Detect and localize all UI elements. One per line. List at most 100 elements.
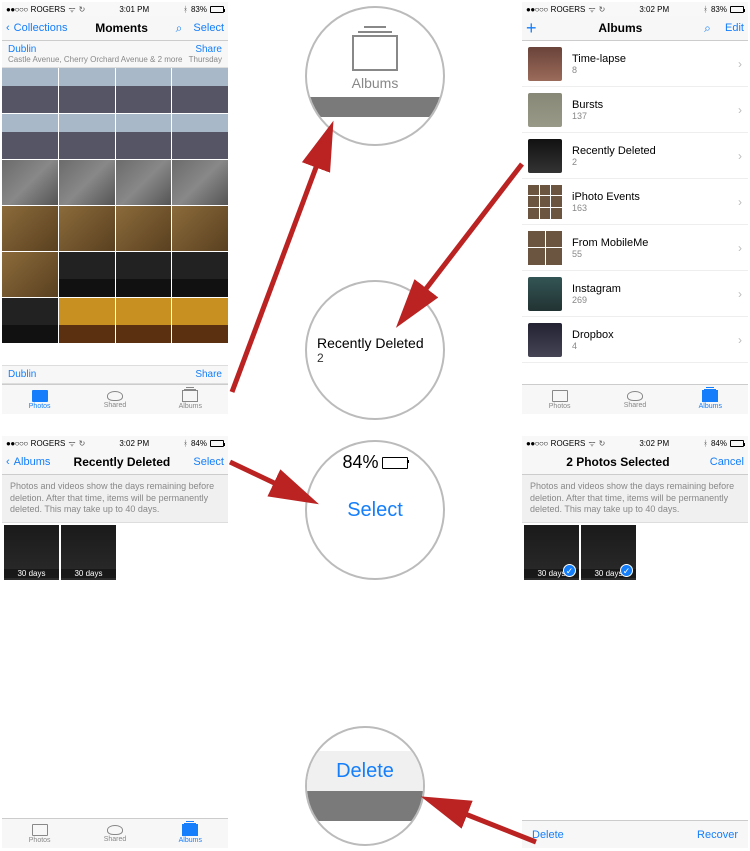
location-label: Dublin xyxy=(8,44,182,55)
deleted-thumb-selected[interactable]: 30 days✓ xyxy=(524,525,579,580)
battery-percent: 84% xyxy=(191,439,207,448)
callout-recently-deleted: Recently Deleted 2 xyxy=(305,280,445,420)
albums-icon xyxy=(182,390,198,402)
photo-thumb[interactable] xyxy=(2,252,58,297)
photo-thumb[interactable] xyxy=(172,298,228,343)
photo-thumb[interactable] xyxy=(172,114,228,159)
tab-shared[interactable]: Shared xyxy=(77,385,152,414)
photo-thumb[interactable] xyxy=(172,206,228,251)
deleted-thumb[interactable]: 30 days xyxy=(61,525,116,580)
bluetooth-icon: ᚼ xyxy=(183,5,188,14)
tab-albums[interactable]: Albums xyxy=(153,819,228,848)
cancel-button[interactable]: Cancel xyxy=(710,456,744,468)
signal-icon: ●●○○○ xyxy=(6,439,28,448)
bluetooth-icon: ᚼ xyxy=(183,439,188,448)
share-button[interactable]: Share xyxy=(195,369,222,380)
edit-button[interactable]: Edit xyxy=(725,22,744,34)
photo-thumb[interactable] xyxy=(172,68,228,113)
clock: 3:02 PM xyxy=(639,5,669,14)
nav-bar: ‹Collections Moments ⌕ Select xyxy=(2,16,228,41)
tab-bar: Photos Shared Albums xyxy=(522,384,748,414)
album-row-bursts[interactable]: Bursts137› xyxy=(522,87,748,133)
battery-icon xyxy=(210,440,224,447)
tab-shared[interactable]: Shared xyxy=(77,819,152,848)
signal-icon: ●●○○○ xyxy=(6,5,28,14)
photo-thumb[interactable] xyxy=(59,160,115,205)
photo-thumb[interactable] xyxy=(59,206,115,251)
photo-thumb[interactable] xyxy=(172,160,228,205)
photos-icon xyxy=(32,390,48,402)
photo-thumb[interactable] xyxy=(116,252,172,297)
wifi-icon: ᯤ xyxy=(588,438,595,449)
back-button[interactable]: ‹Collections xyxy=(6,22,67,34)
search-icon[interactable]: ⌕ xyxy=(704,21,711,36)
album-name: Recently Deleted xyxy=(317,335,433,351)
back-button[interactable]: ‹Albums xyxy=(6,456,50,468)
album-row-dropbox[interactable]: Dropbox4› xyxy=(522,317,748,363)
select-label: Select xyxy=(347,499,403,522)
deleted-grid: 30 days✓ 30 days✓ xyxy=(522,523,748,582)
date-label: Thursday xyxy=(189,55,222,64)
deleted-thumb[interactable]: 30 days xyxy=(4,525,59,580)
tab-photos[interactable]: Photos xyxy=(2,385,77,414)
photos-icon xyxy=(552,390,568,402)
tab-shared[interactable]: Shared xyxy=(597,385,672,414)
battery-percent: 84% xyxy=(711,439,727,448)
chevron-right-icon: › xyxy=(738,195,742,209)
callout-delete: Delete xyxy=(305,726,425,846)
status-bar: ●●○○○ROGERSᯤ↻ 3:02 PM ᚼ84% xyxy=(522,436,748,450)
bluetooth-icon: ᚼ xyxy=(703,5,708,14)
tab-albums[interactable]: Albums xyxy=(153,385,228,414)
check-icon: ✓ xyxy=(563,564,576,577)
battery-percent: 83% xyxy=(711,5,727,14)
signal-icon: ●●○○○ xyxy=(526,5,548,14)
callout-select: 84% Select xyxy=(305,440,445,580)
photo-thumb[interactable] xyxy=(172,252,228,297)
select-button[interactable]: Select xyxy=(193,456,224,468)
photo-thumb[interactable] xyxy=(59,298,115,343)
album-row-recently-deleted[interactable]: Recently Deleted2› xyxy=(522,133,748,179)
clock: 3:02 PM xyxy=(639,439,669,448)
chevron-right-icon: › xyxy=(738,57,742,71)
tab-albums[interactable]: Albums xyxy=(673,385,748,414)
nav-bar: 2 Photos Selected Cancel xyxy=(522,450,748,475)
photo-thumb[interactable] xyxy=(116,68,172,113)
album-row-timelapse[interactable]: Time-lapse8› xyxy=(522,41,748,87)
status-bar: ●●○○○ROGERSᯤ↻ 3:02 PM ᚼ83% xyxy=(522,2,748,16)
photo-thumb[interactable] xyxy=(2,160,58,205)
photo-thumb[interactable] xyxy=(2,206,58,251)
add-button[interactable]: + xyxy=(526,18,537,39)
share-button[interactable]: Share xyxy=(189,44,222,55)
moment-header[interactable]: Dublin Share xyxy=(2,365,228,384)
recover-button[interactable]: Recover xyxy=(697,829,738,841)
photo-thumb[interactable] xyxy=(59,114,115,159)
photo-grid xyxy=(2,68,228,343)
moment-header[interactable]: DublinCastle Avenue, Cherry Orchard Aven… xyxy=(2,41,228,68)
album-list: Time-lapse8› Bursts137› Recently Deleted… xyxy=(522,41,748,363)
carrier-label: ROGERS xyxy=(551,5,586,14)
album-row-instagram[interactable]: Instagram269› xyxy=(522,271,748,317)
photo-thumb[interactable] xyxy=(116,298,172,343)
check-icon: ✓ xyxy=(620,564,633,577)
photo-thumb[interactable] xyxy=(2,114,58,159)
photo-thumb[interactable] xyxy=(2,68,58,113)
album-row-iphoto-events[interactable]: iPhoto Events163› xyxy=(522,179,748,225)
album-row-mobileme[interactable]: From MobileMe55› xyxy=(522,225,748,271)
photo-thumb[interactable] xyxy=(2,298,58,343)
screen-photos-selected: ●●○○○ROGERSᯤ↻ 3:02 PM ᚼ84% 2 Photos Sele… xyxy=(522,436,748,848)
tab-photos[interactable]: Photos xyxy=(2,819,77,848)
sync-icon: ↻ xyxy=(79,439,86,448)
photo-thumb[interactable] xyxy=(59,68,115,113)
deleted-thumb-selected[interactable]: 30 days✓ xyxy=(581,525,636,580)
photo-thumb[interactable] xyxy=(116,114,172,159)
location-label: Dublin xyxy=(8,369,36,380)
photo-thumb[interactable] xyxy=(59,252,115,297)
tab-photos[interactable]: Photos xyxy=(522,385,597,414)
photo-thumb[interactable] xyxy=(116,206,172,251)
callout-albums-tab: Albums xyxy=(305,6,445,146)
albums-icon xyxy=(352,35,398,71)
search-icon[interactable]: ⌕ xyxy=(176,21,183,36)
photo-thumb[interactable] xyxy=(116,160,172,205)
delete-button[interactable]: Delete xyxy=(532,829,564,841)
select-button[interactable]: Select xyxy=(193,22,224,34)
